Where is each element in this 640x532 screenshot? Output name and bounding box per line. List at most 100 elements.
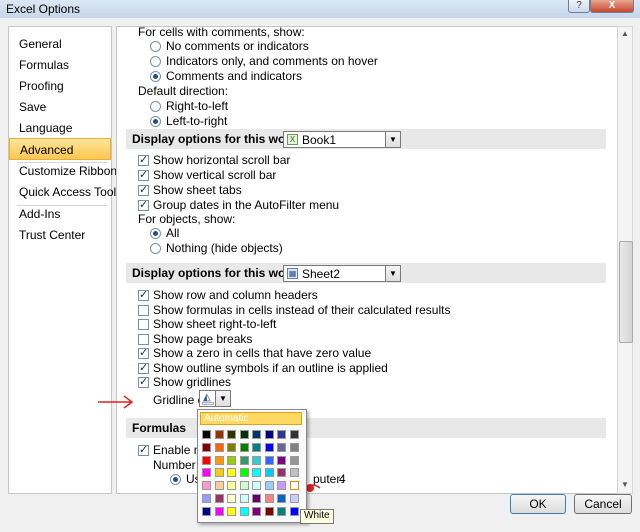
color-swatch[interactable] <box>252 481 261 491</box>
scroll-down-icon[interactable]: ▼ <box>620 480 630 489</box>
gridline-color-button[interactable]: ◭ ▼ <box>199 390 231 407</box>
color-swatch[interactable] <box>264 506 274 516</box>
ok-button[interactable]: OK <box>510 494 566 514</box>
color-swatch[interactable] <box>289 468 299 478</box>
color-swatch[interactable] <box>252 506 261 516</box>
color-swatch[interactable] <box>227 442 236 452</box>
worksheet-checks-checkbox-3[interactable] <box>138 333 149 345</box>
comments-opts-radio-0[interactable] <box>150 41 161 52</box>
cancel-button[interactable]: Cancel <box>574 494 632 514</box>
nav-item-customize-ribbon[interactable]: Customize Ribbon <box>9 160 117 182</box>
color-swatch[interactable] <box>277 506 286 516</box>
color-swatch[interactable] <box>239 481 249 491</box>
color-swatch[interactable] <box>289 430 299 439</box>
nav-item-save[interactable]: Save <box>9 96 111 118</box>
color-swatch[interactable] <box>239 442 249 452</box>
color-swatch[interactable] <box>227 506 236 516</box>
color-swatch[interactable] <box>227 494 236 503</box>
color-swatch[interactable] <box>214 442 224 452</box>
color-swatch[interactable] <box>277 481 286 491</box>
nav-item-advanced[interactable]: Advanced <box>9 138 111 160</box>
close-button[interactable]: X <box>590 0 634 13</box>
color-swatch[interactable] <box>252 442 261 452</box>
color-swatch[interactable] <box>214 494 224 503</box>
color-swatch[interactable] <box>227 430 236 439</box>
workbook-select[interactable]: X Book1 ▼ <box>283 131 401 148</box>
color-swatch[interactable] <box>239 430 249 439</box>
color-swatch[interactable] <box>289 455 299 465</box>
color-swatch[interactable] <box>264 494 274 503</box>
direction-opts-radio-1[interactable] <box>150 116 161 127</box>
color-swatch[interactable] <box>264 481 274 491</box>
color-swatch[interactable] <box>202 506 211 516</box>
color-swatch[interactable] <box>202 494 211 503</box>
nav-item-trust-center[interactable]: Trust Center <box>9 224 111 246</box>
color-swatch[interactable] <box>202 468 211 478</box>
color-swatch[interactable] <box>214 481 224 491</box>
color-swatch[interactable] <box>264 455 274 465</box>
nav-item-formulas[interactable]: Formulas <box>9 54 111 76</box>
chevron-down-icon[interactable]: ▼ <box>385 266 400 281</box>
object-opts-radio-1[interactable] <box>150 243 161 254</box>
color-swatch[interactable] <box>264 430 274 439</box>
worksheet-checks-checkbox-1[interactable] <box>138 304 149 316</box>
color-swatch[interactable] <box>289 506 299 516</box>
use-all-processors-radio[interactable] <box>170 474 181 485</box>
nav-item-language[interactable]: Language <box>9 117 111 139</box>
automatic-color-option[interactable]: Automatic <box>200 412 302 425</box>
scroll-up-icon[interactable]: ▲ <box>620 29 630 38</box>
color-swatch[interactable] <box>277 494 286 503</box>
color-swatch[interactable] <box>214 468 224 478</box>
worksheet-checks-checkbox-0[interactable] <box>138 288 149 301</box>
color-swatch[interactable] <box>214 506 224 516</box>
nav-item-proofing[interactable]: Proofing <box>9 75 111 97</box>
enable-multithreaded-checkbox[interactable] <box>138 443 149 456</box>
workbook-checks-checkbox-2[interactable] <box>138 183 149 196</box>
color-swatch[interactable] <box>202 430 211 439</box>
comments-opts-radio-2[interactable] <box>150 71 161 82</box>
scrollbar-thumb[interactable] <box>619 241 633 343</box>
object-opts-radio-0[interactable] <box>150 228 161 239</box>
color-swatch[interactable] <box>277 442 286 452</box>
color-swatch[interactable] <box>227 455 236 465</box>
worksheet-checks-checkbox-6[interactable] <box>138 375 149 388</box>
color-swatch[interactable] <box>227 481 236 491</box>
color-swatch[interactable] <box>252 468 261 478</box>
color-swatch[interactable] <box>202 442 211 452</box>
chevron-down-icon[interactable]: ▼ <box>215 391 230 406</box>
color-swatch[interactable] <box>289 494 299 503</box>
workbook-checks-checkbox-1[interactable] <box>138 168 149 181</box>
color-swatch[interactable] <box>264 442 274 452</box>
nav-item-quick-access-toolbar[interactable]: Quick Access Toolbar <box>9 181 134 203</box>
color-swatch[interactable] <box>277 468 286 478</box>
color-swatch[interactable] <box>277 455 286 465</box>
color-swatch[interactable] <box>252 430 261 439</box>
color-swatch[interactable] <box>252 494 261 503</box>
color-swatch[interactable] <box>239 455 249 465</box>
color-swatch[interactable] <box>214 455 224 465</box>
worksheet-checks-checkbox-4[interactable] <box>138 346 149 359</box>
options-scrollbar[interactable]: ▲ ▼ <box>617 26 633 494</box>
worksheet-select[interactable]: ▦ Sheet2 ▼ <box>283 265 401 282</box>
color-swatch[interactable] <box>289 442 299 452</box>
help-button[interactable]: ? <box>568 0 590 13</box>
color-swatch[interactable] <box>239 506 249 516</box>
color-swatch[interactable] <box>202 455 211 465</box>
color-swatch[interactable] <box>289 481 299 491</box>
color-swatch[interactable] <box>214 430 224 439</box>
color-swatch[interactable] <box>227 468 236 478</box>
color-swatch[interactable] <box>239 468 249 478</box>
direction-opts-radio-0[interactable] <box>150 101 161 112</box>
color-swatch[interactable] <box>239 494 249 503</box>
nav-item-add-ins[interactable]: Add-Ins <box>9 203 111 225</box>
worksheet-checks-checkbox-5[interactable] <box>138 361 149 374</box>
color-swatch[interactable] <box>264 468 274 478</box>
workbook-checks-checkbox-3[interactable] <box>138 198 149 211</box>
color-swatch[interactable] <box>252 455 261 465</box>
workbook-checks-checkbox-0[interactable] <box>138 153 149 166</box>
worksheet-checks-checkbox-2[interactable] <box>138 319 149 330</box>
comments-opts-radio-1[interactable] <box>150 56 161 67</box>
chevron-down-icon[interactable]: ▼ <box>385 132 400 147</box>
nav-item-general[interactable]: General <box>9 33 111 55</box>
color-swatch[interactable] <box>277 430 286 439</box>
